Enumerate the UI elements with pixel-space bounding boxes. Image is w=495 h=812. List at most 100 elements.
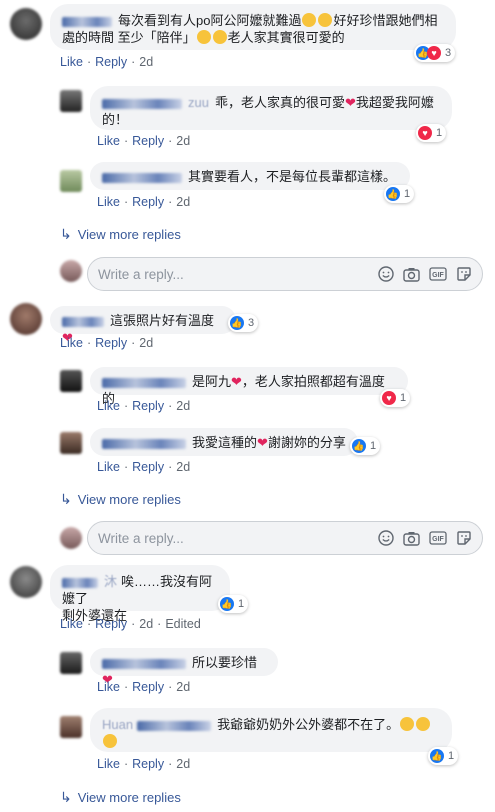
like-reaction-icon: 👍: [386, 187, 400, 201]
heart-emoji-icon: ❤: [344, 95, 356, 110]
avatar[interactable]: [10, 303, 42, 335]
love-reaction-icon: ♥: [382, 391, 396, 405]
view-more-replies-link[interactable]: ↳ View more replies: [60, 491, 181, 508]
share-arrow-icon: ↳: [60, 789, 72, 805]
timestamp[interactable]: 2d: [176, 680, 190, 694]
emoji-icon[interactable]: [378, 530, 394, 546]
comment-actions: Like · Reply · 2d: [97, 757, 191, 771]
comment-actions: Like · Reply · 2d: [97, 134, 191, 148]
reply-link[interactable]: Reply: [95, 617, 127, 631]
reply-input[interactable]: GIF: [87, 521, 483, 555]
love-reaction-icon: ♥: [418, 126, 432, 140]
comment-actions: Like · Reply · 2d: [60, 336, 154, 350]
reaction-count[interactable]: 👍 1: [384, 185, 415, 203]
like-link[interactable]: Like: [60, 617, 83, 631]
like-link[interactable]: Like: [97, 757, 120, 771]
avatar[interactable]: [60, 432, 82, 454]
timestamp[interactable]: 2d: [176, 399, 190, 413]
gif-icon[interactable]: GIF: [429, 531, 447, 545]
sticker-icon[interactable]: [456, 530, 472, 546]
avatar[interactable]: [60, 170, 82, 192]
reaction-count[interactable]: 👍 1: [350, 437, 381, 455]
crying-emoji-icon: [400, 717, 415, 731]
share-arrow-icon: ↳: [60, 491, 72, 507]
crying-emoji-icon: [103, 734, 117, 748]
timestamp[interactable]: 2d: [176, 195, 190, 209]
timestamp[interactable]: 2d: [176, 134, 190, 148]
reply-link[interactable]: Reply: [132, 460, 164, 474]
crying-emoji-icon: [416, 717, 431, 731]
comment-bubble: 每次看到有人po阿公阿嬤就難過 好好珍惜跟她們相處的時間 至少「陪伴」 老人家其實很…: [50, 4, 456, 50]
reply-link[interactable]: Reply: [132, 680, 164, 694]
reaction-count[interactable]: 👍 3: [228, 314, 259, 332]
commenter-name[interactable]: [102, 658, 186, 669]
reply-link[interactable]: Reply: [132, 757, 164, 771]
avatar[interactable]: [60, 652, 82, 674]
reply-text-field[interactable]: [88, 265, 378, 283]
gif-icon[interactable]: GIF: [429, 267, 447, 281]
reaction-count[interactable]: 👍 1: [428, 747, 459, 765]
avatar[interactable]: [60, 370, 82, 392]
commenter-name[interactable]: [137, 720, 212, 731]
view-more-replies-link[interactable]: ↳ View more replies: [60, 226, 181, 243]
commenter-name[interactable]: [102, 438, 186, 449]
heart-emoji-icon: ❤: [257, 435, 268, 450]
reply-text-field[interactable]: [88, 529, 378, 547]
like-link[interactable]: Like: [97, 134, 120, 148]
avatar: [60, 260, 82, 282]
like-link[interactable]: Like: [97, 680, 120, 694]
like-link[interactable]: Like: [60, 336, 83, 350]
reply-input[interactable]: GIF: [87, 257, 483, 291]
avatar: [60, 527, 82, 549]
sad-emoji-icon: [302, 13, 317, 27]
heart-emoji-icon: ❤: [231, 374, 242, 389]
camera-icon[interactable]: [403, 531, 420, 546]
avatar[interactable]: [60, 716, 82, 738]
reply-link[interactable]: Reply: [95, 55, 127, 69]
smile-emoji-icon: [212, 30, 227, 44]
sticker-icon[interactable]: [456, 266, 472, 282]
reply-link[interactable]: Reply: [95, 336, 127, 350]
reply-bubble: Huan 我爺爺奶奶外公外婆都不在了。: [90, 708, 452, 752]
reply-link[interactable]: Reply: [132, 399, 164, 413]
avatar[interactable]: [10, 8, 42, 40]
comment-bubble: 沐唉……我沒有阿嬤了 剩外婆還在: [50, 565, 230, 623]
commenter-name[interactable]: [62, 16, 112, 27]
emoji-icon[interactable]: [378, 266, 394, 282]
like-link[interactable]: Like: [97, 195, 120, 209]
comment-actions: Like · Reply · 2d: [60, 55, 154, 69]
reply-bubble: 所以要珍惜❤: [90, 648, 278, 687]
commenter-name[interactable]: [62, 316, 104, 327]
reply-bubble: 其實要看人，不是每位長輩都這樣。: [90, 162, 410, 190]
like-link[interactable]: Like: [97, 460, 120, 474]
comment-actions: Like · Reply · 2d · Edited: [60, 617, 201, 631]
commenter-name[interactable]: [102, 172, 182, 183]
timestamp[interactable]: 2d: [139, 617, 153, 631]
commenter-name[interactable]: [102, 98, 182, 109]
timestamp[interactable]: 2d: [176, 460, 190, 474]
reply-link[interactable]: Reply: [132, 134, 164, 148]
sad-emoji-icon: [318, 13, 333, 27]
comment-actions: Like · Reply · 2d: [97, 399, 191, 413]
reaction-count[interactable]: ♥ 1: [416, 124, 447, 142]
like-link[interactable]: Like: [60, 55, 83, 69]
like-reaction-icon: 👍: [430, 749, 444, 763]
like-link[interactable]: Like: [97, 399, 120, 413]
comments-thread: 每次看到有人po阿公阿嬤就難過 好好珍惜跟她們相處的時間 至少「陪伴」 老人家其實很…: [0, 0, 495, 812]
timestamp[interactable]: 2d: [176, 757, 190, 771]
avatar[interactable]: [10, 566, 42, 598]
commenter-name[interactable]: [62, 577, 98, 588]
reaction-count[interactable]: 👍 ♥ 3: [414, 44, 456, 62]
timestamp[interactable]: 2d: [139, 336, 153, 350]
reaction-count[interactable]: ♥ 1: [380, 389, 411, 407]
comment-bubble: 這張照片好有溫度❤: [50, 306, 236, 345]
camera-icon[interactable]: [403, 267, 420, 282]
edited-label[interactable]: Edited: [165, 617, 200, 631]
reply-link[interactable]: Reply: [132, 195, 164, 209]
commenter-name[interactable]: [102, 377, 186, 388]
timestamp[interactable]: 2d: [139, 55, 153, 69]
avatar[interactable]: [60, 90, 82, 112]
svg-text:GIF: GIF: [432, 272, 444, 279]
reaction-count[interactable]: 👍 1: [218, 595, 249, 613]
view-more-replies-link[interactable]: ↳ View more replies: [60, 789, 181, 806]
